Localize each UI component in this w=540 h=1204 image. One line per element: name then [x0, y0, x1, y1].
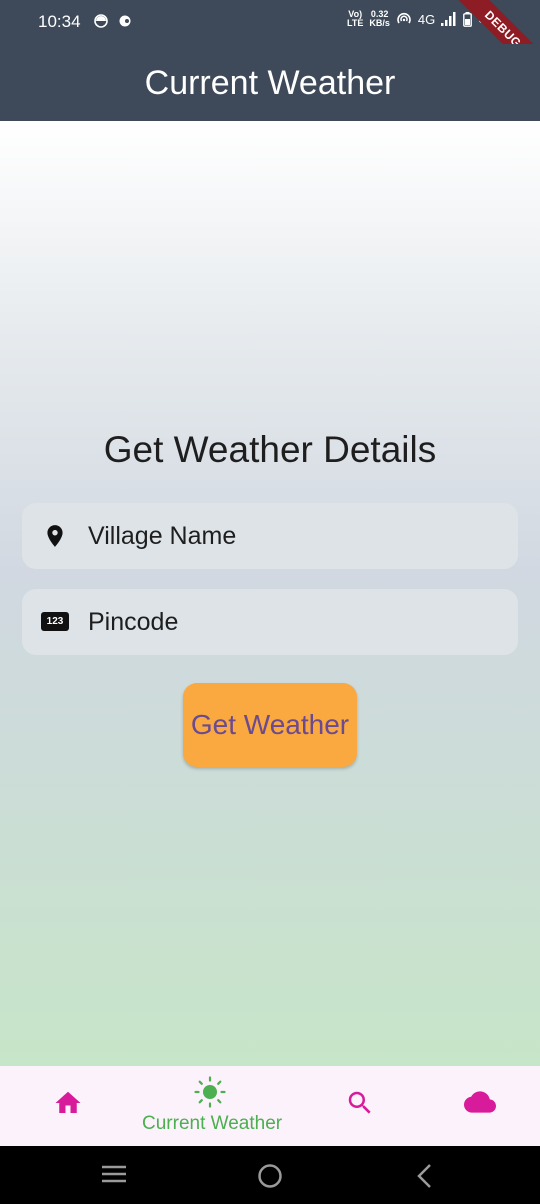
numeric-keypad-icon: 123 — [41, 612, 69, 631]
nav-item-search[interactable] — [292, 1066, 427, 1146]
notification-app-icon-2 — [119, 15, 131, 27]
get-weather-button[interactable]: Get Weather — [183, 683, 357, 767]
nav-item-weather[interactable] — [412, 1066, 540, 1146]
nav-item-current-weather[interactable]: Current Weather — [142, 1066, 283, 1146]
network-speed: 0.32 KB/s — [369, 9, 390, 28]
search-icon — [348, 1091, 371, 1114]
notification-app-icon — [94, 14, 108, 28]
status-bar: 10:34 Vo) LTE 0.32 KB/s 4G — [0, 0, 540, 44]
home-nav-icon[interactable] — [257, 1163, 283, 1189]
main-content: Get Weather Details 123 Get Weather — [0, 121, 540, 1066]
bottom-navigation: Current Weather — [0, 1066, 540, 1146]
network-type: 4G — [417, 11, 436, 27]
pincode-input[interactable] — [88, 589, 488, 655]
cloud-icon — [463, 1091, 496, 1113]
signal-icon — [441, 12, 456, 26]
hotspot-icon — [397, 12, 411, 24]
page-heading: Get Weather Details — [103, 429, 437, 470]
village-name-input[interactable] — [88, 503, 488, 569]
nav-item-home[interactable] — [0, 1066, 135, 1146]
recent-apps-icon[interactable] — [101, 1163, 127, 1185]
back-icon[interactable] — [414, 1163, 434, 1189]
status-time: 10:34 — [38, 12, 81, 31]
location-pin-icon — [47, 525, 63, 547]
home-icon — [55, 1091, 80, 1113]
system-navigation-bar — [0, 1146, 540, 1204]
sun-icon — [193, 1076, 226, 1108]
village-name-field[interactable] — [22, 503, 518, 569]
nav-label-current-weather: Current Weather — [142, 1113, 283, 1134]
app-bar: Current Weather — [0, 44, 540, 121]
battery-icon — [463, 11, 473, 27]
pincode-field[interactable]: 123 — [22, 589, 518, 655]
volte-indicator: Vo) LTE — [347, 9, 364, 28]
app-title: Current Weather — [144, 64, 396, 102]
